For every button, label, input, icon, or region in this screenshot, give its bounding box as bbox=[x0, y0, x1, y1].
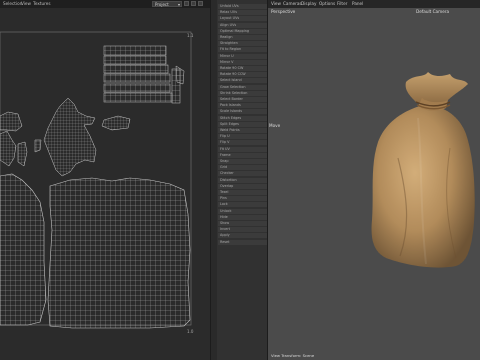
uv-corner-bottom: 1.0 bbox=[187, 329, 194, 334]
command-row[interactable]: Scale Islands bbox=[218, 109, 267, 115]
command-row[interactable]: Grid bbox=[218, 165, 267, 171]
uv-shell-small[interactable] bbox=[0, 111, 42, 167]
command-row[interactable]: Layout UVs bbox=[218, 16, 267, 22]
project-dropdown[interactable]: Project ▾ bbox=[152, 1, 182, 7]
command-row[interactable]: Distortion bbox=[218, 177, 267, 183]
command-row[interactable]: Fit to Region bbox=[218, 47, 267, 53]
command-row[interactable]: Stitch Edges bbox=[218, 115, 267, 121]
vp-menu-display[interactable]: Display bbox=[301, 1, 316, 6]
command-row[interactable]: Align UVs bbox=[218, 22, 267, 28]
chevron-down-icon: ▾ bbox=[177, 2, 180, 7]
viewport-status-text: View Transform: Scene bbox=[271, 353, 315, 358]
command-panel-icon-strip bbox=[211, 0, 217, 360]
command-row[interactable]: Pins bbox=[218, 196, 267, 202]
command-row[interactable]: Optimal Mapping bbox=[218, 28, 267, 34]
command-row[interactable]: Invert bbox=[218, 227, 267, 233]
uv-menubar: Selection View Textures Project ▾ bbox=[0, 0, 210, 8]
sack-neck bbox=[405, 72, 468, 111]
command-row[interactable]: Straighten bbox=[218, 41, 267, 47]
command-row[interactable]: Checker bbox=[218, 171, 267, 177]
settings-icon[interactable] bbox=[184, 1, 189, 6]
viewport-menubar: View Cameras Display Options Filter Pane… bbox=[268, 0, 480, 8]
command-row[interactable]: Lock bbox=[218, 202, 267, 208]
uv-shell-strips[interactable] bbox=[103, 45, 185, 104]
uv-shell-neck[interactable] bbox=[43, 97, 131, 177]
vp-menu-panel[interactable]: Panel bbox=[352, 1, 363, 6]
command-row[interactable]: Select Island bbox=[218, 78, 267, 84]
viewport-canvas[interactable]: Perspective Default Camera Move View Tra… bbox=[268, 8, 480, 360]
vp-menu-view[interactable]: View bbox=[271, 1, 281, 6]
menu-textures[interactable]: Textures bbox=[33, 1, 51, 6]
command-row[interactable]: Unfold UVs bbox=[218, 4, 267, 9]
command-row[interactable]: Shrink Selection bbox=[218, 90, 267, 96]
command-row[interactable]: Flip U bbox=[218, 134, 267, 140]
viewport-panel: View Cameras Display Options Filter Pane… bbox=[268, 0, 480, 360]
command-row[interactable]: Frame bbox=[218, 152, 267, 158]
uv-corner-top: 1.1 bbox=[187, 33, 194, 38]
command-row[interactable]: Rotate 90 CCW bbox=[218, 72, 267, 78]
command-row[interactable]: Grow Selection bbox=[218, 84, 267, 90]
command-row[interactable]: Realign bbox=[218, 35, 267, 40]
vp-menu-cameras[interactable]: Cameras bbox=[283, 1, 302, 6]
sack-body bbox=[371, 104, 475, 268]
command-row[interactable]: Select Border bbox=[218, 97, 267, 102]
uv-command-panel: Unfold UVs Relax UVs Layout UVs Align UVs Op… bbox=[210, 0, 268, 360]
command-row[interactable]: Hide bbox=[218, 214, 267, 220]
command-row[interactable]: Mirror V bbox=[218, 59, 267, 65]
sack-model[interactable] bbox=[268, 8, 480, 360]
command-row[interactable]: Apply bbox=[218, 233, 267, 239]
command-row[interactable]: Reset bbox=[218, 239, 267, 245]
command-row[interactable]: Overlap bbox=[218, 183, 267, 189]
vp-menu-options[interactable]: Options bbox=[319, 1, 335, 6]
command-row[interactable]: Relax UVs bbox=[218, 10, 267, 16]
menu-selection[interactable]: Selection bbox=[3, 1, 22, 6]
uv-shell-body[interactable] bbox=[0, 173, 191, 329]
command-row[interactable]: Fit UV bbox=[218, 146, 267, 152]
project-dropdown-value: Project bbox=[155, 2, 169, 7]
command-row[interactable]: Pack Islands bbox=[218, 103, 267, 109]
layout-icon[interactable] bbox=[191, 1, 196, 6]
command-row[interactable]: Unlock bbox=[218, 208, 267, 214]
command-row[interactable]: Snap bbox=[218, 159, 267, 164]
command-row[interactable]: Texel bbox=[218, 190, 267, 195]
command-row[interactable]: Split Edges bbox=[218, 121, 267, 127]
close-icon[interactable] bbox=[198, 1, 203, 6]
uv-canvas[interactable]: 1.1 1.0 bbox=[0, 10, 210, 360]
uv-editor-panel: Selection View Textures Project ▾ 1.1 1.… bbox=[0, 0, 210, 360]
command-row[interactable]: Weld Points bbox=[218, 128, 267, 133]
command-row[interactable]: Flip V bbox=[218, 140, 267, 146]
command-row[interactable]: Show bbox=[218, 221, 267, 226]
menu-view[interactable]: View bbox=[21, 1, 31, 6]
command-row[interactable]: Rotate 90 CW bbox=[218, 66, 267, 71]
vp-menu-filter[interactable]: Filter bbox=[337, 1, 347, 6]
command-row[interactable]: Mirror U bbox=[218, 53, 267, 59]
